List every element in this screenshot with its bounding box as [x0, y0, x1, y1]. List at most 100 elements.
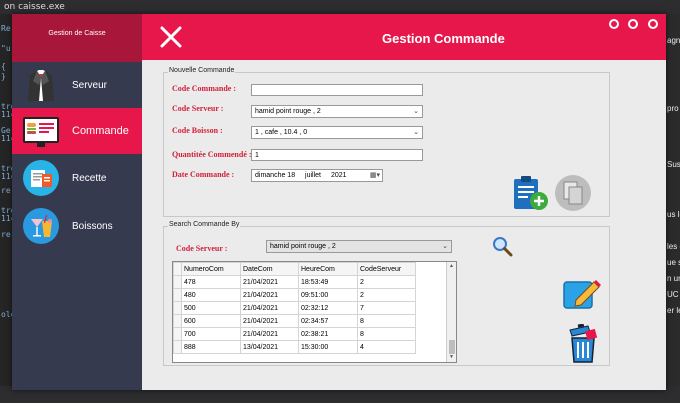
table-row[interactable]: 700 21/04/2021 02:38:21 8	[173, 327, 416, 341]
background-code-line: olén	[1, 310, 12, 319]
delete-trash-icon[interactable]	[564, 323, 600, 369]
orders-table: NumeroCom DateCom HeureCom CodeServeur 4…	[172, 261, 457, 363]
column-header[interactable]: NumeroCom	[181, 262, 241, 276]
scroll-up-icon[interactable]: ▲	[449, 263, 454, 269]
order-menu-icon	[22, 112, 60, 150]
table-row[interactable]: 600 21/04/2021 02:34:57 8	[173, 314, 416, 328]
row-header-corner	[173, 262, 182, 276]
scroll-down-icon[interactable]: ▼	[449, 354, 454, 360]
table-row[interactable]: 478 21/04/2021 18:53:49 2	[173, 275, 416, 289]
group-title: Nouvelle Commande	[168, 67, 236, 74]
table-cell[interactable]: 888	[181, 340, 241, 354]
table-cell[interactable]: 18:53:49	[298, 275, 358, 289]
quantite-label: Quantitée Commendé :	[172, 150, 252, 159]
background-code-line: 11c	[1, 134, 12, 143]
sidebar-item-serveur[interactable]: Serveur	[12, 62, 142, 108]
code-commande-input[interactable]	[251, 84, 423, 96]
code-commande-label: Code Commande :	[172, 84, 236, 93]
table-cell[interactable]: 7	[357, 301, 416, 315]
table-cell[interactable]: 09:51:00	[298, 288, 358, 302]
table-cell[interactable]: 21/04/2021	[240, 288, 299, 302]
table-cell[interactable]: 480	[181, 288, 241, 302]
table-row[interactable]: 480 21/04/2021 09:51:00 2	[173, 288, 416, 302]
sidebar-item-recette[interactable]: Recette	[12, 155, 142, 201]
column-header[interactable]: DateCom	[240, 262, 299, 276]
row-header[interactable]	[173, 288, 182, 302]
table-cell[interactable]: 600	[181, 314, 241, 328]
date-month: juillet	[305, 172, 321, 179]
table-cell[interactable]: 4	[357, 340, 416, 354]
code-boisson-select[interactable]: 1 , cafe , 10.4 , 0 ⌄	[251, 126, 423, 139]
background-panel-line: pro	[667, 104, 679, 113]
window-button-3[interactable]	[648, 19, 658, 29]
row-header[interactable]	[173, 327, 182, 341]
sidebar-item-label: Commande	[72, 125, 129, 137]
table-cell[interactable]: 21/04/2021	[240, 314, 299, 328]
row-header[interactable]	[173, 275, 182, 289]
row-header[interactable]	[173, 340, 182, 354]
add-order-clipboard-icon[interactable]	[510, 174, 550, 217]
title-bar: Gestion Commande	[142, 14, 666, 60]
date-commande-label: Date Commande :	[172, 170, 235, 179]
table-cell[interactable]: 15:30:00	[298, 340, 358, 354]
table-cell[interactable]: 02:34:57	[298, 314, 358, 328]
table-cell[interactable]: 700	[181, 327, 241, 341]
background-panel-line: us le	[667, 210, 680, 219]
sidebar: Gestion de Caisse Serveur Commande Recet…	[12, 14, 142, 390]
close-icon[interactable]	[160, 26, 182, 48]
app-title: Gestion de Caisse	[12, 14, 142, 62]
date-commande-picker[interactable]: dimanche 18 juillet 2021 ▦▾	[251, 169, 383, 182]
table-row[interactable]: 888 13/04/2021 15:30:00 4	[173, 340, 416, 354]
code-serveur-select-value: hamid point rouge , 2	[255, 108, 321, 115]
waiter-suit-icon	[22, 66, 60, 104]
code-serveur-select[interactable]: hamid point rouge , 2 ⌄	[251, 105, 423, 118]
quantite-input[interactable]	[251, 149, 423, 161]
table-cell[interactable]: 8	[357, 314, 416, 328]
window-button-1[interactable]	[609, 19, 619, 29]
table-header-row: NumeroCom DateCom HeureCom CodeServeur	[173, 262, 416, 276]
chevron-down-icon: ⌄	[413, 129, 419, 136]
sidebar-item-commande[interactable]: Commande	[12, 108, 142, 154]
table-row[interactable]: 500 21/04/2021 02:32:12 7	[173, 301, 416, 315]
table-cell[interactable]: 2	[357, 275, 416, 289]
table-cell[interactable]: 2	[357, 288, 416, 302]
background-code-line: 11c	[1, 172, 12, 181]
background-panel-line: n uni	[667, 274, 680, 283]
row-header[interactable]	[173, 314, 182, 328]
background-code-line: 11c	[1, 110, 12, 119]
background-panel-line: UC	[667, 290, 679, 299]
background-side-panel: agne pro Sus le us le les é ue sa n uni UC er le	[666, 14, 680, 403]
code-serveur-label: Code Serveur :	[172, 104, 224, 113]
calendar-icon: ▦▾	[369, 172, 380, 179]
table-cell[interactable]: 8	[357, 327, 416, 341]
background-panel-line: agne	[667, 36, 680, 45]
code-boisson-label: Code Boisson :	[172, 126, 223, 135]
date-year: 2021	[330, 172, 347, 179]
table-cell[interactable]: 02:32:12	[298, 301, 358, 315]
table-cell[interactable]: 02:38:21	[298, 327, 358, 341]
table-scrollbar[interactable]: ▲ ▼	[446, 262, 456, 362]
table-cell[interactable]: 13/04/2021	[240, 340, 299, 354]
window-button-2[interactable]	[628, 19, 638, 29]
search-icon[interactable]	[492, 236, 514, 263]
scroll-thumb[interactable]	[449, 340, 455, 354]
table-cell[interactable]: 21/04/2021	[240, 275, 299, 289]
background-code-line: re	[1, 230, 11, 239]
copy-icon[interactable]	[554, 174, 592, 217]
search-code-serveur-select[interactable]: hamid point rouge , 2 ⌄	[266, 240, 452, 253]
column-header[interactable]: HeureCom	[298, 262, 358, 276]
sidebar-item-label: Boissons	[72, 220, 113, 232]
drinks-icon	[22, 207, 60, 245]
sidebar-item-boissons[interactable]: Boissons	[12, 203, 142, 249]
table-cell[interactable]: 21/04/2021	[240, 327, 299, 341]
search-code-serveur-label: Code Serveur :	[176, 244, 228, 253]
column-header[interactable]: CodeServeur	[357, 262, 416, 276]
table-cell[interactable]: 500	[181, 301, 241, 315]
code-boisson-select-value: 1 , cafe , 10.4 , 0	[255, 129, 308, 136]
background-code-line: 11c	[1, 214, 12, 223]
row-header[interactable]	[173, 301, 182, 315]
table-cell[interactable]: 478	[181, 275, 241, 289]
table-cell[interactable]: 21/04/2021	[240, 301, 299, 315]
chevron-down-icon: ⌄	[442, 243, 448, 250]
edit-icon[interactable]	[562, 276, 602, 317]
